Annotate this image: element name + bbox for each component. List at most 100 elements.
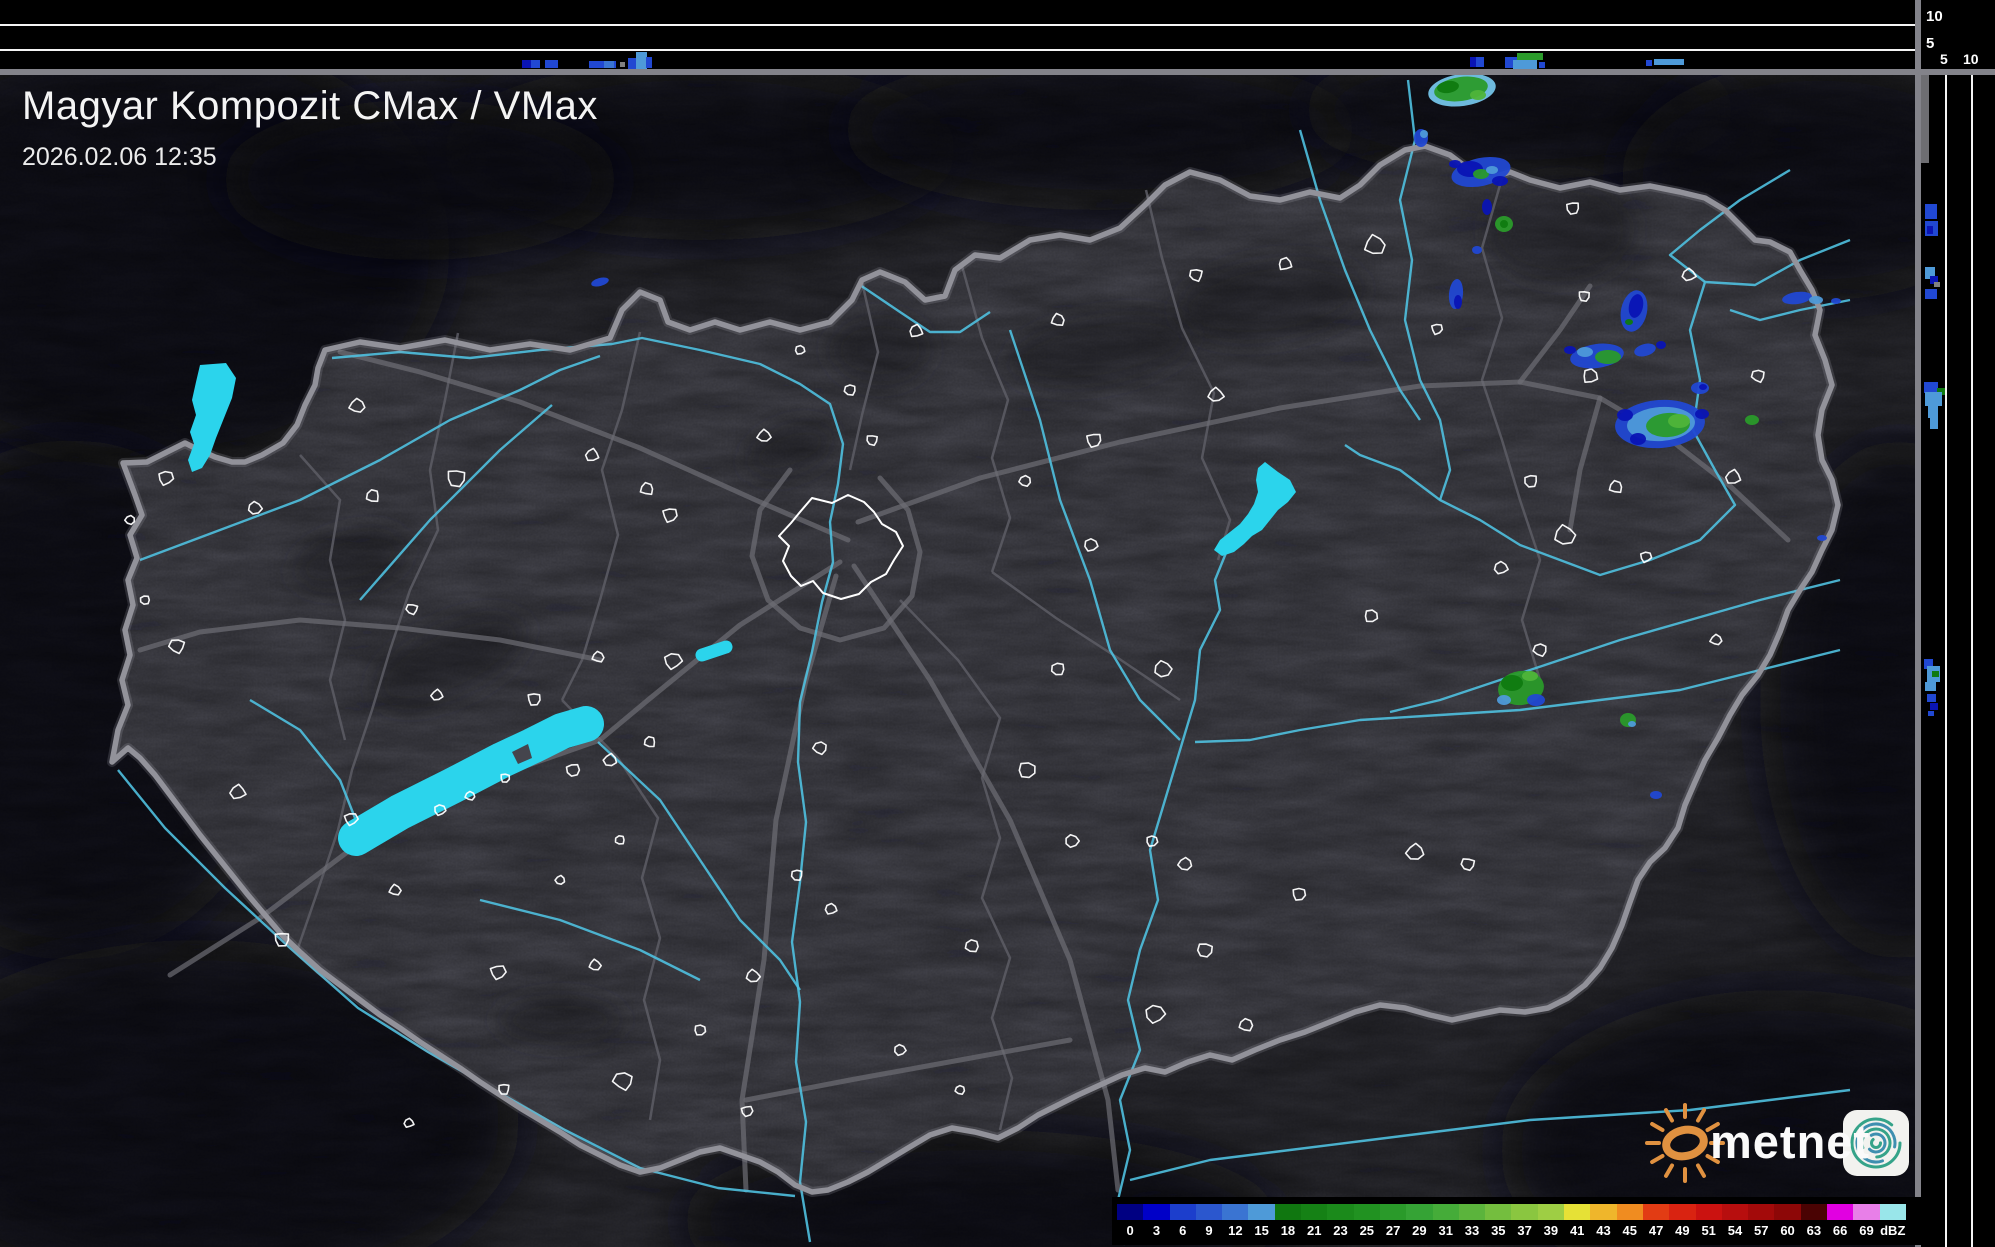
dbz-label: dBZ (1880, 1223, 1906, 1238)
dbz-label: 49 (1675, 1223, 1690, 1238)
profile-echo-mark (531, 60, 540, 68)
dbz-cell: 25 (1353, 1204, 1380, 1240)
dbz-label: 51 (1701, 1223, 1716, 1238)
dbz-swatch (1485, 1204, 1512, 1220)
dbz-label: 15 (1254, 1223, 1269, 1238)
dbz-label: 57 (1754, 1223, 1769, 1238)
dbz-label: 45 (1622, 1223, 1638, 1238)
dbz-cell: 45 (1616, 1204, 1643, 1240)
profile-top-line-10km (0, 24, 1916, 26)
dbz-swatch (1800, 1204, 1828, 1220)
dbz-label: 37 (1517, 1223, 1532, 1238)
radar-echo (1449, 160, 1461, 168)
dbz-cell: 33 (1458, 1204, 1486, 1240)
radar-echo (1492, 176, 1508, 186)
dbz-swatch (1117, 1204, 1144, 1220)
radar-echo (1809, 296, 1823, 304)
dbz-colorbar-cells: 0 3 6 9 12 15 18 21 23 25 27 29 31 33 35 37 39 41 43 45 47 49… (1117, 1204, 1906, 1240)
radar-echo (1628, 721, 1636, 727)
dbz-cell: 47 (1642, 1204, 1670, 1240)
profile-echo-mark (1921, 75, 1929, 163)
dbz-cell: 37 (1511, 1204, 1538, 1240)
dbz-label: 54 (1727, 1223, 1743, 1238)
radar-echo (1668, 414, 1690, 428)
dbz-swatch (1143, 1204, 1170, 1220)
dbz-colorbar: 0 3 6 9 12 15 18 21 23 25 27 29 31 33 35 37 39 41 43 45 47 49… (1112, 1197, 1931, 1245)
dbz-label: 23 (1333, 1223, 1348, 1238)
radar-echo (1831, 298, 1841, 304)
profile-right-line-5km (1945, 75, 1947, 1247)
profile-echo-mark (1517, 53, 1543, 60)
radar-echo (1577, 347, 1593, 357)
top-profile-panel (0, 0, 1916, 69)
profile-echo-mark (604, 61, 614, 68)
dbz-cell: 60 (1774, 1204, 1801, 1240)
dbz-label: 69 (1859, 1223, 1874, 1238)
profile-echo-mark (1932, 671, 1939, 677)
page-title: Magyar Kompozit CMax / VMax (22, 84, 598, 128)
profile-corner-box: 10 5 (1916, 0, 1995, 69)
dbz-swatch (1301, 1204, 1328, 1220)
dbz-cell: 49 (1669, 1204, 1696, 1240)
profile-echo-mark (1539, 62, 1545, 68)
right-profile-label-5: 5 (1940, 51, 1948, 67)
radar-echo (1650, 791, 1662, 799)
radar-echo (1564, 346, 1576, 354)
panel-divider-vertical (1915, 0, 1921, 1247)
dbz-swatch (1721, 1204, 1749, 1220)
dbz-cell: 29 (1406, 1204, 1433, 1240)
dbz-swatch (1669, 1204, 1696, 1220)
radar-echo (1656, 341, 1666, 349)
dbz-swatch (1432, 1204, 1459, 1220)
dbz-cell: 15 (1248, 1204, 1275, 1240)
dbz-swatch (1274, 1204, 1302, 1220)
profile-echo-mark (1925, 392, 1942, 406)
profile-echo-mark (1476, 57, 1484, 67)
timestamp: 2026.02.06 12:35 (22, 143, 217, 171)
radar-echo (1625, 319, 1633, 325)
dbz-label: 31 (1438, 1223, 1453, 1238)
dbz-cell: 51 (1695, 1204, 1722, 1240)
dbz-swatch (1379, 1204, 1407, 1220)
dbz-label: 12 (1228, 1223, 1243, 1238)
dbz-cell: 54 (1721, 1204, 1749, 1240)
radar-echo (1617, 409, 1633, 421)
profile-echo-mark (1927, 694, 1936, 702)
profile-top-line-5km (0, 49, 1916, 51)
metnet-logo: metnet (1638, 1096, 1923, 1188)
dbz-cell: 21 (1301, 1204, 1328, 1240)
dbz-swatch (1537, 1204, 1565, 1220)
dbz-label: 66 (1832, 1223, 1848, 1238)
dbz-swatch (1642, 1204, 1670, 1220)
dbz-swatch (1169, 1204, 1196, 1220)
radar-echo (1527, 694, 1545, 706)
dbz-label: 6 (1179, 1223, 1187, 1238)
dbz-label: 25 (1359, 1223, 1375, 1238)
dbz-label: 9 (1205, 1223, 1213, 1238)
dbz-cell: 66 (1827, 1204, 1854, 1240)
radar-echo (1497, 695, 1511, 705)
dbz-cell: 43 (1590, 1204, 1617, 1240)
panel-divider-horizontal (0, 69, 1995, 75)
dbz-cell: dBZ (1879, 1204, 1906, 1240)
profile-echo-mark (545, 60, 558, 68)
lake-velencei (695, 640, 733, 662)
dbz-cell: 27 (1379, 1204, 1407, 1240)
radar-echo (1500, 220, 1508, 228)
dbz-label: 41 (1569, 1223, 1585, 1238)
dbz-swatch (1774, 1204, 1801, 1220)
top-profile-label-5: 5 (1926, 35, 1935, 52)
radar-echo (1630, 433, 1646, 445)
radar-echo (1695, 409, 1709, 419)
dbz-label: 27 (1385, 1223, 1401, 1238)
profile-echo-mark (646, 57, 652, 68)
profile-echo-mark (1925, 204, 1937, 219)
profile-echo-mark (1928, 711, 1934, 716)
dbz-label: 43 (1596, 1223, 1611, 1238)
radar-echo (1470, 90, 1486, 100)
dbz-swatch (1695, 1204, 1722, 1220)
dbz-swatch (1827, 1204, 1854, 1220)
dbz-swatch (1195, 1204, 1223, 1220)
dbz-label: 47 (1648, 1223, 1664, 1238)
dbz-cell: 9 (1195, 1204, 1223, 1240)
